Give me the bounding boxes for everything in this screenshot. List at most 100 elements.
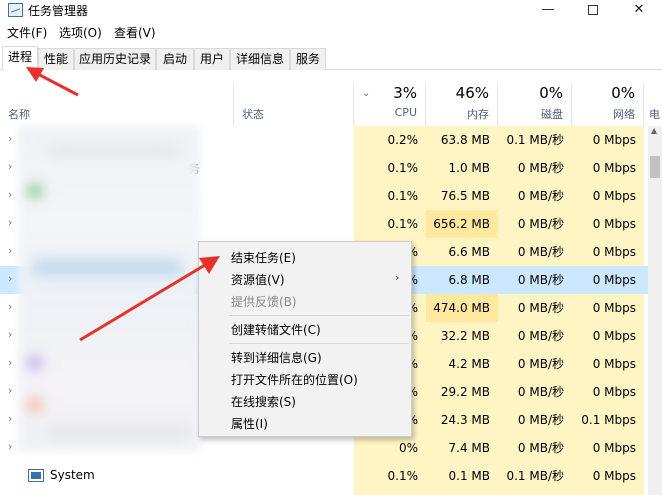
cpu-label: CPU — [394, 106, 417, 119]
cell-net: 0 Mbps — [572, 154, 644, 182]
chevron-right-icon: › — [395, 271, 400, 284]
cell-mem: 32.2 MB — [426, 322, 498, 350]
menu-item-search-online[interactable]: 在线搜索(S) — [199, 390, 411, 412]
column-memory[interactable]: 46% 内存 — [426, 84, 498, 126]
close-button[interactable]: ✕ — [616, 0, 662, 22]
cell-cpu: 0.1% — [354, 154, 426, 182]
cell-disk: 0.1 MB/秒 — [498, 462, 572, 490]
table-row[interactable]: System 0.1% 0.1 MB 0.1 MB/秒 0 Mbps — [0, 462, 654, 490]
column-status[interactable]: 状态 — [234, 84, 354, 126]
menu-item-open-file-location[interactable]: 打开文件所在的位置(O) — [199, 368, 411, 390]
menu-item-go-to-details[interactable]: 转到详细信息(G) — [199, 346, 411, 368]
cell-mem: 76.5 MB — [426, 182, 498, 210]
column-name[interactable]: 名称 — [0, 84, 234, 126]
cell-disk: 0 MB/秒 — [498, 350, 572, 378]
cell-cpu: 0.1% — [354, 210, 426, 238]
task-manager-icon — [8, 3, 23, 17]
scrollbar-thumb[interactable] — [650, 156, 660, 178]
cell-cpu: 0.2% — [354, 126, 426, 154]
maximize-button[interactable] — [570, 0, 616, 22]
cell-mem: 7.4 MB — [426, 434, 498, 462]
maximize-icon — [588, 4, 598, 15]
expand-chevron-icon[interactable]: › — [8, 328, 12, 341]
menu-options[interactable]: 选项(O) — [59, 24, 102, 41]
menu-file[interactable]: 文件(F) — [7, 24, 47, 41]
properties-label: 属性(I) — [231, 417, 268, 431]
vertical-scrollbar[interactable]: ▲ — [648, 126, 662, 495]
cell-disk: 0 MB/秒 — [498, 266, 572, 294]
menu-item-resource-values[interactable]: 资源值(V) › — [199, 268, 411, 290]
menu-item-feedback: 提供反馈(B) — [199, 290, 411, 312]
column-disk[interactable]: 0% 磁盘 — [498, 84, 572, 126]
menu-view[interactable]: 查看(V) — [114, 24, 156, 41]
tab-startup[interactable]: 启动 — [156, 48, 194, 70]
cell-disk: 0.1 MB/秒 — [498, 126, 572, 154]
minimize-button[interactable]: — — [525, 0, 571, 22]
cell-cpu: 0.1% — [354, 462, 426, 490]
window-title: 任务管理器 — [28, 4, 89, 18]
go-to-details-label: 转到详细信息(G) — [231, 351, 322, 365]
expand-chevron-icon[interactable]: › — [8, 300, 12, 313]
cell-mem: 656.2 MB — [426, 210, 498, 238]
cell-mem: 29.2 MB — [426, 378, 498, 406]
table-row[interactable]: ›0%0 MB0 MB/秒0 Mbps — [0, 490, 654, 495]
cell-mem: 0 MB — [426, 490, 498, 495]
cell-disk: 0 MB/秒 — [498, 406, 572, 434]
column-network[interactable]: 0% 网络 — [572, 84, 644, 126]
expand-chevron-icon[interactable]: › — [8, 440, 12, 453]
cell-cpu: 0.1% — [354, 182, 426, 210]
menu-bar: 文件(F) 选项(O) 查看(V) — [0, 22, 662, 42]
cell-disk: 0 MB/秒 — [498, 490, 572, 495]
menu-item-end-task[interactable]: 结束任务(E) — [199, 246, 411, 268]
cell-net: 0 Mbps — [572, 238, 644, 266]
menu-item-create-dump[interactable]: 创建转储文件(C) — [199, 318, 411, 340]
column-cpu[interactable]: 3% CPU — [354, 84, 426, 126]
open-file-location-label: 打开文件所在的位置(O) — [231, 373, 358, 387]
resource-values-label: 资源值(V) — [231, 273, 285, 287]
cell-disk: 0 MB/秒 — [498, 378, 572, 406]
cell-net: 0 Mbps — [572, 462, 644, 490]
disk-total: 0% — [539, 84, 563, 102]
tab-app-history[interactable]: 应用历史记录 — [74, 48, 156, 70]
context-menu: 结束任务(E) 资源值(V) › 提供反馈(B) 创建转储文件(C) 转到详细信息… — [198, 241, 412, 437]
expand-chevron-icon[interactable]: › — [8, 412, 12, 425]
cell-cpu: 0% — [354, 434, 426, 462]
tab-performance[interactable]: 性能 — [38, 48, 74, 70]
cell-net: 0 Mbps — [572, 378, 644, 406]
cell-net: 0.1 Mbps — [572, 406, 644, 434]
memory-total: 46% — [455, 84, 489, 102]
disk-label: 磁盘 — [541, 108, 563, 121]
tab-details[interactable]: 详细信息 — [230, 48, 290, 70]
expand-chevron-icon[interactable]: › — [8, 188, 12, 201]
cell-mem: 63.8 MB — [426, 126, 498, 154]
menu-item-properties[interactable]: 属性(I) — [199, 412, 411, 434]
title-bar[interactable]: 任务管理器 — ✕ — [0, 0, 662, 22]
cell-disk: 0 MB/秒 — [498, 322, 572, 350]
tab-services[interactable]: 服务 — [290, 48, 326, 70]
cell-net: 0 Mbps — [572, 350, 644, 378]
cell-disk: 0 MB/秒 — [498, 238, 572, 266]
tab-users[interactable]: 用户 — [194, 48, 230, 70]
memory-label: 内存 — [467, 108, 489, 121]
cell-mem: 24.3 MB — [426, 406, 498, 434]
expand-chevron-icon[interactable]: › — [8, 356, 12, 369]
end-task-label: 结束任务(E) — [231, 251, 296, 265]
expand-chevron-icon[interactable]: › — [8, 384, 12, 397]
cell-cpu: 0% — [354, 490, 426, 495]
expand-chevron-icon[interactable]: › — [8, 132, 12, 145]
expand-chevron-icon[interactable]: › — [8, 244, 12, 257]
tab-processes[interactable]: 进程 — [2, 46, 38, 71]
system-process-icon — [28, 469, 44, 482]
cell-net: 0 Mbps — [572, 210, 644, 238]
scroll-up-icon[interactable]: ▲ — [651, 126, 657, 135]
create-dump-label: 创建转储文件(C) — [231, 323, 321, 337]
expand-chevron-icon[interactable]: › — [8, 160, 12, 173]
expand-chevron-icon[interactable]: › — [8, 272, 12, 285]
cell-disk: 0 MB/秒 — [498, 154, 572, 182]
expand-chevron-icon[interactable]: › — [8, 216, 12, 229]
cell-mem: 474.0 MB — [426, 294, 498, 322]
cell-net: 0 Mbps — [572, 434, 644, 462]
cell-net: 0 Mbps — [572, 490, 644, 495]
column-power[interactable]: 电 — [644, 84, 662, 126]
cell-disk: 0 MB/秒 — [498, 210, 572, 238]
